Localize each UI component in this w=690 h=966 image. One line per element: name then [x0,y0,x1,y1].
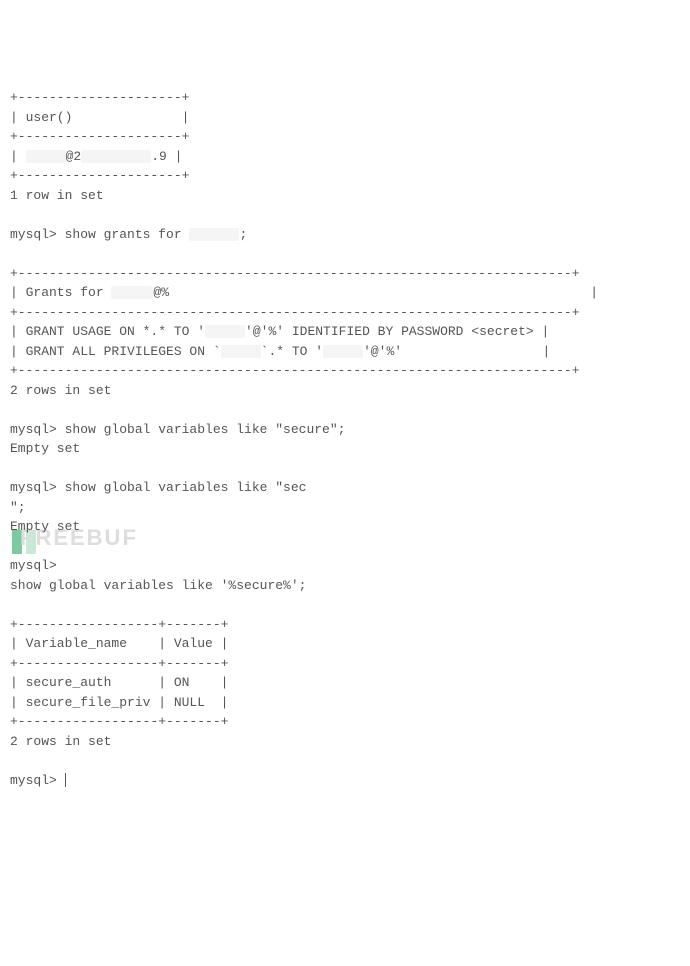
redacted-text [111,286,153,299]
output-line: +---------------------------------------… [10,266,580,281]
output-line: | Variable_name | Value | [10,636,228,651]
mysql-prompt[interactable]: mysql> [10,773,66,788]
output-line: +---------------------------------------… [10,305,580,320]
redacted-text [26,150,66,163]
output-line: +---------------------------------------… [10,363,580,378]
output-line: +------------------+-------+ [10,714,228,729]
redacted-text [81,150,151,163]
output-line: +------------------+-------+ [10,656,228,671]
output-line: | secure_file_priv | NULL | [10,695,228,710]
output-line: +---------------------+ [10,90,189,105]
output-line: | @2.9 | [10,149,182,164]
mysql-command: show global variables like '%secure%'; [10,578,306,593]
mysql-prompt: mysql> [10,558,57,573]
output-line: Empty set [10,441,80,456]
output-line: | Grants for @% | [10,285,598,300]
output-line: | user() | [10,110,189,125]
mysql-command: mysql> show grants for ; [10,227,247,242]
mysql-terminal: +---------------------+ | user() | +----… [10,88,680,790]
mysql-command: mysql> show global variables like "secur… [10,422,345,437]
output-line: +------------------+-------+ [10,617,228,632]
output-line: +---------------------+ [10,168,189,183]
output-line: 2 rows in set [10,383,111,398]
output-line: 2 rows in set [10,734,111,749]
redacted-text [189,228,239,241]
output-line: | secure_auth | ON | [10,675,228,690]
output-line: "; [10,500,26,515]
output-line: +---------------------+ [10,129,189,144]
redacted-text [205,325,245,338]
output-line: | GRANT ALL PRIVILEGES ON ``.* TO ''@'%'… [10,344,550,359]
mysql-command: mysql> show global variables like "sec [10,480,306,495]
redacted-text [221,345,261,358]
output-line: 1 row in set [10,188,104,203]
cursor-icon [65,773,66,787]
redacted-text [323,345,363,358]
output-line: Empty set [10,519,80,534]
output-line: | GRANT USAGE ON *.* TO ''@'%' IDENTIFIE… [10,324,549,339]
